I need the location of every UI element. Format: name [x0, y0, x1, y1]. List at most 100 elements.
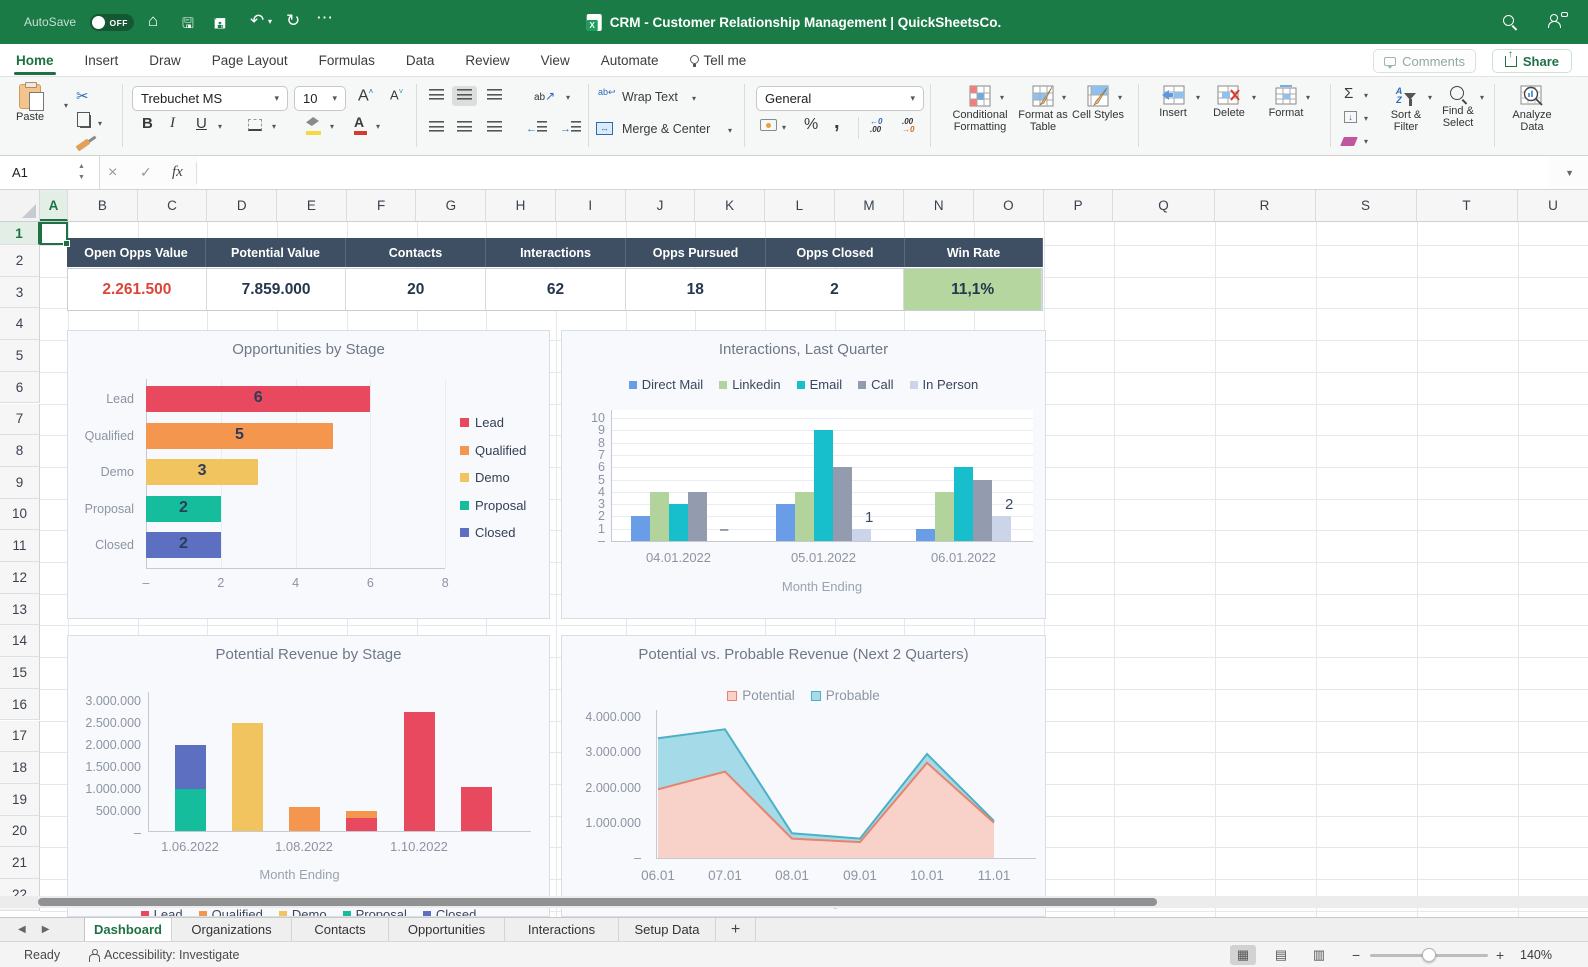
clear-chevron-icon[interactable]: ▾	[1364, 137, 1368, 146]
ribbon-tab-tell-me[interactable]: Tell me	[690, 44, 747, 77]
ribbon-tab-formulas[interactable]: Formulas	[319, 44, 375, 77]
kpi-value-win-rate[interactable]: 11,1%	[904, 269, 1042, 310]
prev-sheet-icon[interactable]: ◀	[18, 924, 26, 935]
ribbon-tab-review[interactable]: Review	[465, 44, 509, 77]
sheet-tab-organizations[interactable]: Organizations	[172, 918, 292, 941]
zoom-out-button[interactable]: −	[1352, 947, 1360, 963]
more-commands-icon[interactable]: ⋯	[316, 8, 333, 28]
column-header-j[interactable]: J	[626, 190, 696, 221]
row-header-19[interactable]: 19	[0, 784, 40, 816]
column-header-f[interactable]: F	[347, 190, 417, 221]
column-header-t[interactable]: T	[1417, 190, 1518, 221]
italic-button[interactable]: I	[170, 115, 175, 132]
search-icon[interactable]	[1503, 15, 1517, 34]
kpi-value-opps-pursued[interactable]: 18	[626, 269, 766, 310]
column-header-n[interactable]: N	[904, 190, 974, 221]
ribbon-tab-insert[interactable]: Insert	[85, 44, 119, 77]
font-color-icon[interactable]: A	[354, 114, 367, 135]
ribbon-tab-draw[interactable]: Draw	[149, 44, 181, 77]
increase-decimal-icon[interactable]: ←0.00	[870, 118, 882, 134]
column-header-i[interactable]: I	[556, 190, 626, 221]
wrap-text-label[interactable]: Wrap Text	[622, 90, 678, 104]
row-header-5[interactable]: 5	[0, 340, 40, 372]
insert-cells-button[interactable]: Insert	[1148, 85, 1198, 119]
column-header-k[interactable]: K	[695, 190, 765, 221]
row-header-13[interactable]: 13	[0, 594, 40, 626]
formula-input[interactable]	[198, 156, 1548, 189]
kpi-header-potential-value[interactable]: Potential Value	[206, 238, 346, 267]
row-header-11[interactable]: 11	[0, 530, 40, 562]
format-painter-icon[interactable]	[76, 137, 90, 151]
row-header-2[interactable]: 2	[0, 245, 40, 277]
format-cells-button[interactable]: Format	[1260, 85, 1312, 119]
enter-check-icon[interactable]: ✓	[140, 164, 152, 181]
align-left-button[interactable]	[424, 118, 449, 138]
add-sheet-button[interactable]: +	[716, 918, 756, 941]
column-header-h[interactable]: H	[486, 190, 556, 221]
selected-cell-a1[interactable]	[40, 222, 68, 245]
chart-card-opportunities-by-stage[interactable]: Opportunities by Stage–2468Lead6Qualifie…	[67, 330, 550, 619]
kpi-value-contacts[interactable]: 20	[346, 269, 486, 310]
percent-style-icon[interactable]: %	[804, 116, 818, 134]
kpi-header-win-rate[interactable]: Win Rate	[905, 238, 1043, 267]
fill-down-icon[interactable]: ↓	[1344, 109, 1357, 123]
autosum-icon[interactable]: Σ	[1344, 85, 1353, 102]
zoom-level[interactable]: 140%	[1520, 948, 1552, 962]
conditional-formatting-button[interactable]: Conditional Formatting	[944, 85, 1016, 133]
find-select-chevron-icon[interactable]: ▾	[1480, 93, 1484, 102]
kpi-header-interactions[interactable]: Interactions	[486, 238, 626, 267]
fill-chevron-icon[interactable]: ▾	[1364, 114, 1368, 123]
font-name-select[interactable]: Trebuchet MS▾	[132, 86, 288, 111]
undo-chevron-icon[interactable]: ▾	[268, 17, 272, 26]
fill-color-icon[interactable]	[306, 115, 321, 135]
paste-chevron-icon[interactable]: ▾	[64, 101, 68, 110]
kpi-header-opps-closed[interactable]: Opps Closed	[766, 238, 905, 267]
row-header-14[interactable]: 14	[0, 625, 40, 657]
sheet-tab-interactions[interactable]: Interactions	[505, 918, 619, 941]
row-header-4[interactable]: 4	[0, 308, 40, 340]
sheet-tab-setup-data[interactable]: Setup Data	[619, 918, 716, 941]
font-color-chevron-icon[interactable]: ▾	[376, 122, 380, 131]
chart-card-interactions-last-quarter[interactable]: Interactions, Last Quarter10987654321–Di…	[561, 330, 1046, 619]
merge-center-icon[interactable]: ↔	[596, 120, 613, 135]
sheet-tab-dashboard[interactable]: Dashboard	[84, 918, 172, 941]
row-header-6[interactable]: 6	[0, 372, 40, 404]
accounting-chevron-icon[interactable]: ▾	[782, 123, 786, 132]
row-header-7[interactable]: 7	[0, 404, 40, 436]
column-header-a[interactable]: A	[40, 190, 68, 221]
insert-chevron-icon[interactable]: ▾	[1196, 93, 1200, 102]
kpi-header-opps-pursued[interactable]: Opps Pursued	[626, 238, 766, 267]
sheet-tab-contacts[interactable]: Contacts	[292, 918, 389, 941]
align-middle-button[interactable]	[452, 86, 477, 106]
decrease-indent-icon[interactable]: ←	[526, 121, 547, 135]
merge-center-chevron-icon[interactable]: ▾	[728, 126, 732, 135]
comments-button[interactable]: Comments	[1373, 49, 1476, 73]
merge-center-label[interactable]: Merge & Center	[622, 122, 710, 136]
orientation-icon[interactable]: ab↗	[534, 89, 555, 103]
column-header-s[interactable]: S	[1316, 190, 1417, 221]
row-header-17[interactable]: 17	[0, 721, 40, 753]
zoom-in-button[interactable]: +	[1496, 947, 1504, 963]
row-header-18[interactable]: 18	[0, 752, 40, 784]
increase-indent-icon[interactable]: →	[560, 121, 581, 135]
normal-view-button[interactable]: ▦	[1230, 945, 1256, 965]
underline-chevron-icon[interactable]: ▾	[218, 122, 222, 131]
column-header-l[interactable]: L	[765, 190, 835, 221]
redo-icon[interactable]: ↻	[286, 11, 300, 31]
delete-chevron-icon[interactable]: ▾	[1252, 93, 1256, 102]
column-header-e[interactable]: E	[277, 190, 347, 221]
conditional-formatting-chevron-icon[interactable]: ▾	[1000, 93, 1004, 102]
kpi-value-open-opps-value[interactable]: 2.261.500	[68, 269, 207, 310]
sort-filter-chevron-icon[interactable]: ▾	[1428, 93, 1432, 102]
ribbon-tab-home[interactable]: Home	[16, 44, 54, 77]
number-format-select[interactable]: General▾	[756, 86, 924, 111]
ribbon-tab-automate[interactable]: Automate	[601, 44, 659, 77]
share-button[interactable]: Share	[1492, 49, 1572, 73]
borders-chevron-icon[interactable]: ▾	[272, 122, 276, 131]
analyze-data-button[interactable]: Analyze Data	[1502, 85, 1562, 133]
page-break-view-button[interactable]: ▥	[1306, 945, 1332, 965]
spreadsheet-grid[interactable]: 12345678910111213141516171819202122Open …	[0, 222, 1588, 917]
format-as-table-chevron-icon[interactable]: ▾	[1062, 93, 1066, 102]
home-icon[interactable]: ⌂	[148, 11, 158, 31]
orientation-chevron-icon[interactable]: ▾	[566, 93, 570, 102]
